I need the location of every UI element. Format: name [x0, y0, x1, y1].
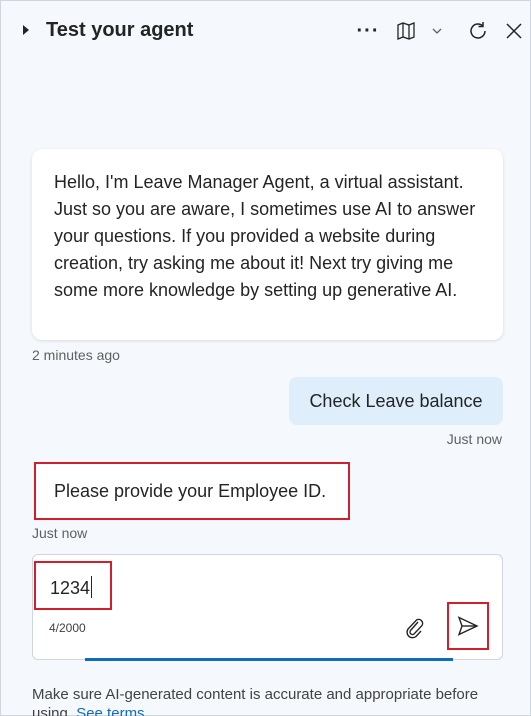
send-button[interactable] [447, 602, 489, 650]
ai-disclaimer: Make sure AI-generated content is accura… [32, 685, 492, 716]
bot-message-employee-id: Please provide your Employee ID. [34, 462, 350, 520]
paperclip-icon [406, 618, 424, 639]
see-terms-link[interactable]: See terms [76, 705, 144, 716]
message-input-value: 1234 [50, 578, 91, 598]
panel-header: Test your agent ··· [1, 1, 530, 63]
text-cursor [91, 576, 93, 598]
bot-message-greeting: Hello, I'm Leave Manager Agent, a virtua… [32, 149, 503, 340]
more-horizontal-icon: ··· [356, 19, 380, 42]
more-options-button[interactable]: ··· [353, 17, 383, 45]
character-counter: 4/2000 [49, 621, 86, 635]
chevron-down-icon [432, 28, 442, 34]
map-dropdown-button[interactable] [427, 17, 447, 45]
refresh-button[interactable] [463, 17, 493, 45]
user-message: Check Leave balance [289, 377, 503, 425]
collapse-caret-icon[interactable] [23, 25, 29, 35]
message-timestamp: Just now [32, 525, 88, 541]
message-timestamp: 2 minutes ago [32, 347, 120, 363]
attach-button[interactable] [403, 616, 427, 640]
message-input[interactable]: 1234 [34, 561, 112, 610]
close-button[interactable] [499, 17, 529, 45]
message-timestamp: Just now [446, 431, 502, 447]
map-button[interactable] [393, 17, 419, 45]
map-icon [397, 22, 415, 40]
panel-title: Test your agent [46, 19, 194, 41]
bot-message-text: Please provide your Employee ID. [54, 480, 327, 501]
send-icon [457, 616, 479, 636]
refresh-icon [470, 22, 486, 39]
close-icon [506, 23, 522, 39]
input-focus-underline [85, 658, 453, 661]
